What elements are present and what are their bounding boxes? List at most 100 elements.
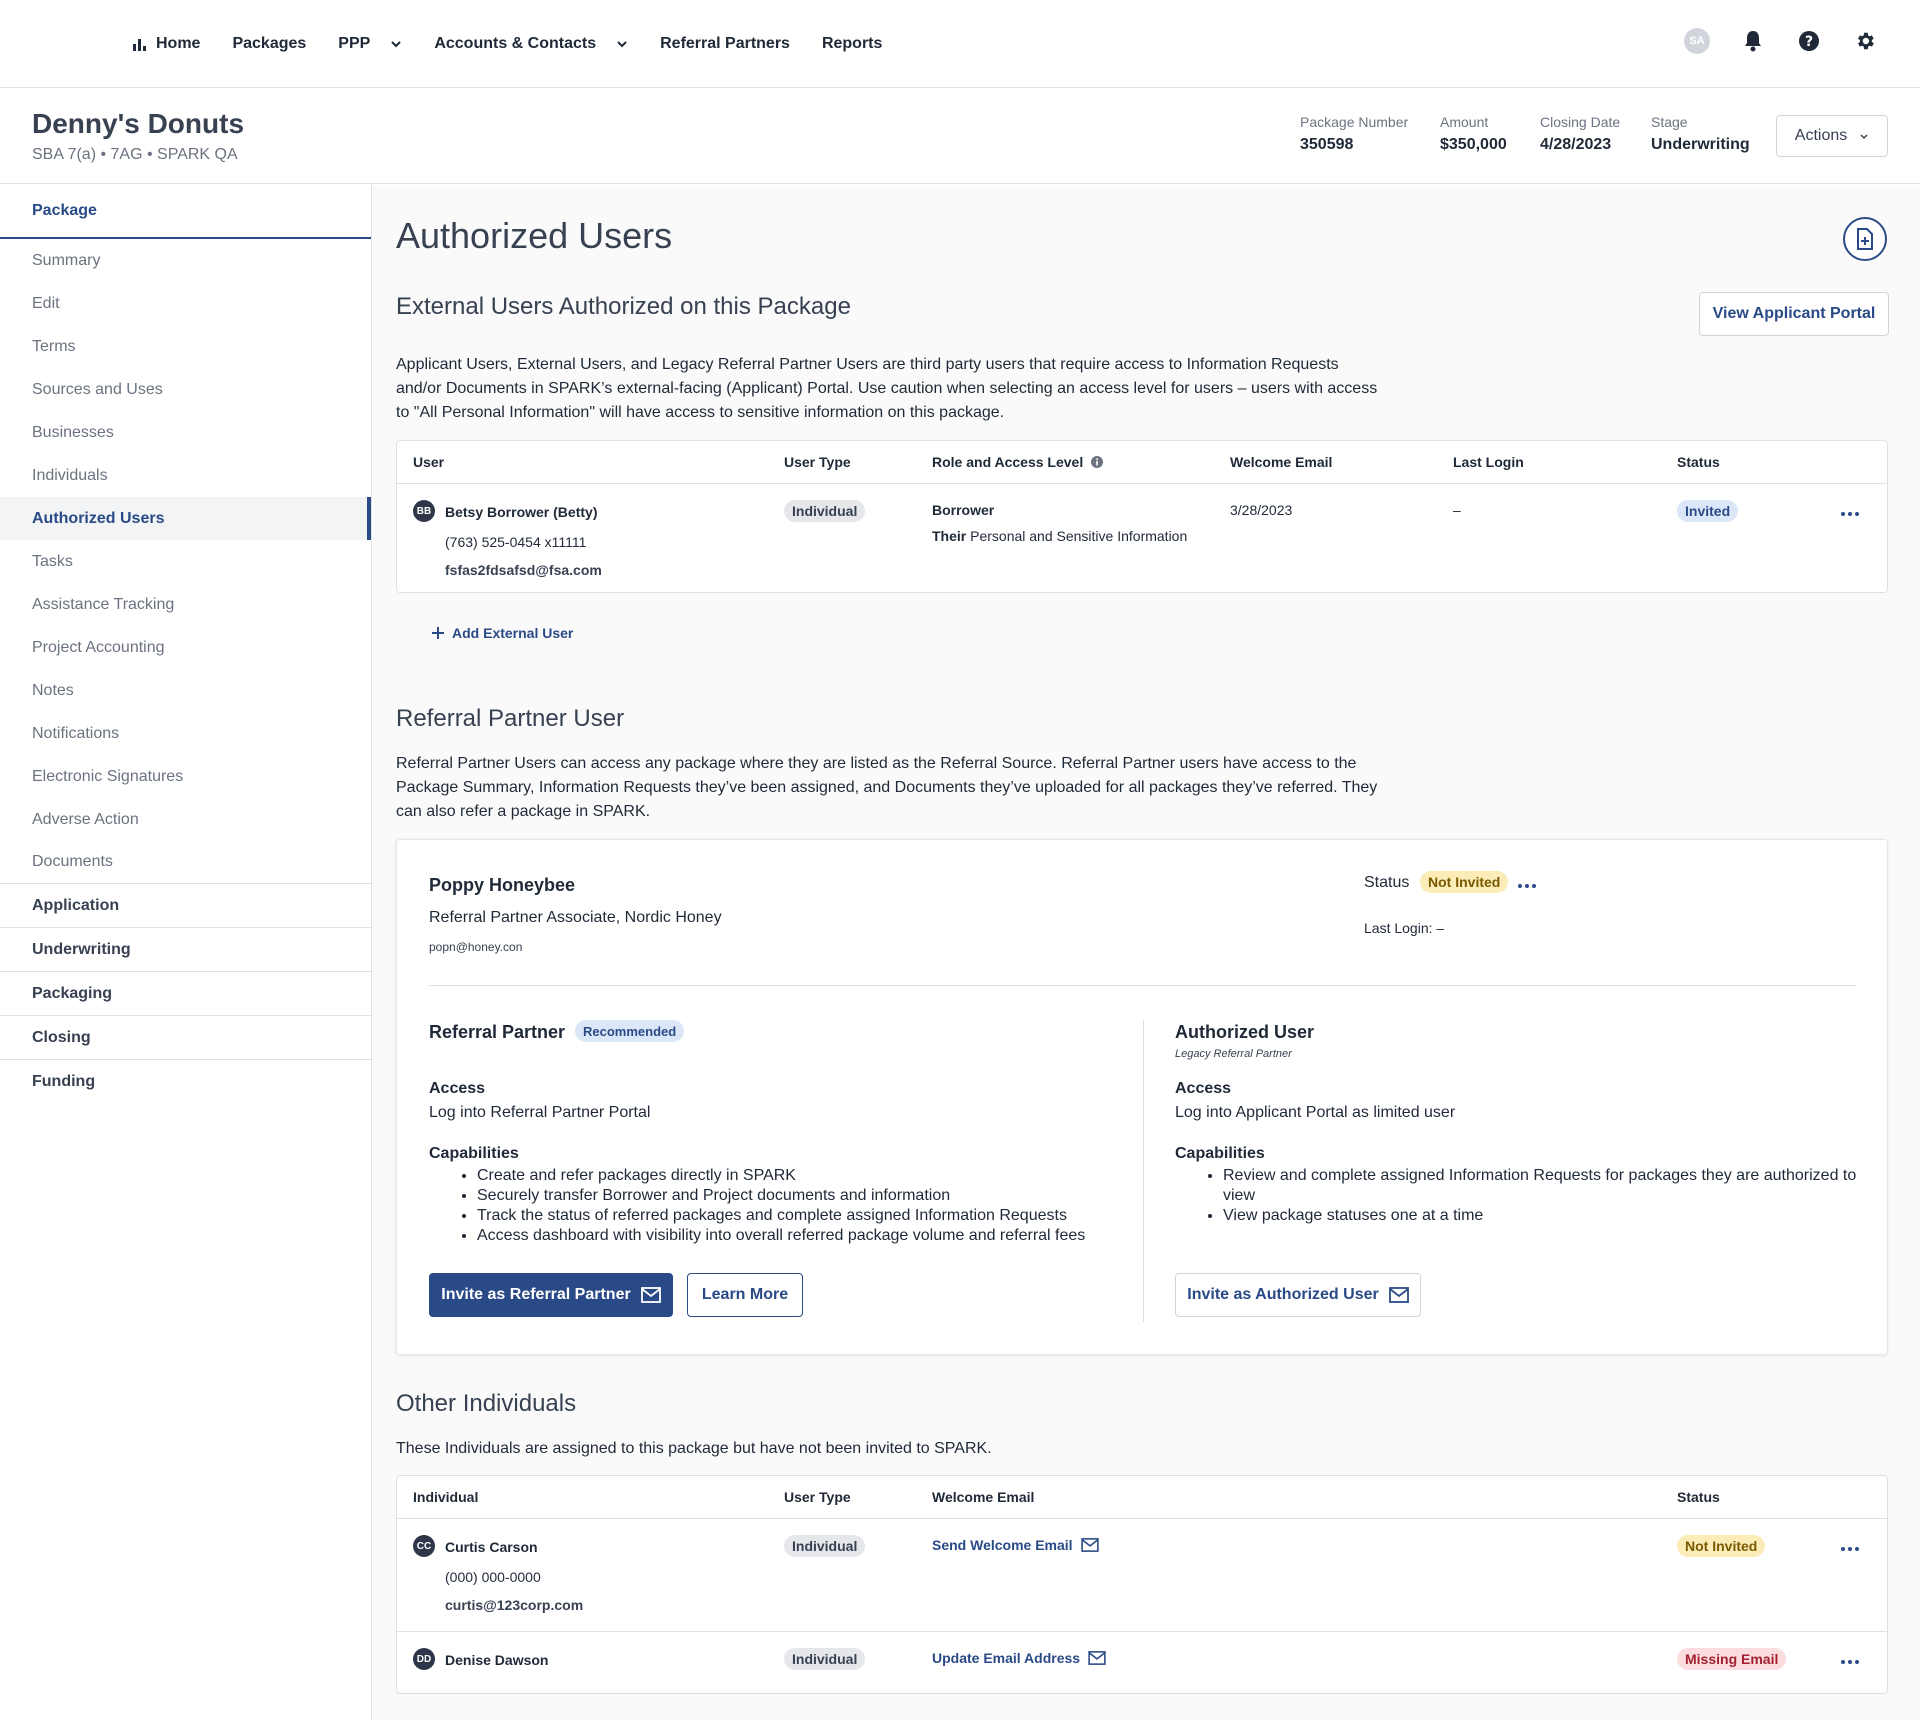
- partner-more-menu[interactable]: [1515, 880, 1539, 892]
- nav-home[interactable]: Home: [132, 35, 200, 53]
- individual-name: Denise Dawson: [445, 1652, 549, 1668]
- nav-ppp[interactable]: PPP: [338, 35, 402, 53]
- sidebar-item-adverse-action[interactable]: Adverse Action: [0, 798, 371, 841]
- sidebar-item-authorized-users[interactable]: Authorized Users: [0, 497, 371, 540]
- nav-packages-label: Packages: [232, 34, 307, 52]
- access-text: Log into Referral Partner Portal: [429, 1104, 651, 1121]
- col-welcome-email: Welcome Email: [932, 1489, 1035, 1505]
- user-phone: (763) 525-0454 x11111: [445, 534, 587, 550]
- authorized-user-option-title: Authorized User: [1175, 1022, 1315, 1042]
- table-header: User User Type Role and Access Level Wel…: [397, 441, 1887, 484]
- sidebar-item-businesses[interactable]: Businesses: [0, 411, 371, 454]
- info-icon[interactable]: [1091, 456, 1104, 468]
- invite-referral-partner-label: Invite as Referral Partner: [441, 1286, 631, 1303]
- nav-reports[interactable]: Reports: [822, 35, 882, 53]
- meta-label: Stage: [1651, 114, 1688, 130]
- sidebar-item-notes[interactable]: Notes: [0, 669, 371, 712]
- row-more-menu[interactable]: [1838, 1656, 1862, 1668]
- list-item: Access dashboard with visibility into ov…: [477, 1226, 1129, 1246]
- avatar-initials: SA: [1684, 28, 1710, 54]
- sidebar: Package Summary Edit Terms Sources and U…: [0, 185, 372, 1720]
- other-individuals-description: These Individuals are assigned to this p…: [396, 1440, 992, 1457]
- col-welcome-email: Welcome Email: [1230, 454, 1333, 470]
- sidebar-item-summary[interactable]: Summary: [0, 239, 371, 282]
- user-avatar[interactable]: SA: [1682, 26, 1712, 56]
- individual-phone: (000) 000-0000: [445, 1569, 541, 1585]
- meta-value: 350598: [1300, 136, 1354, 153]
- capabilities-heading: Capabilities: [1175, 1145, 1265, 1162]
- meta-label: Closing Date: [1540, 114, 1621, 130]
- referral-partner-description: Referral Partner Users can access any pa…: [396, 755, 1378, 820]
- sidebar-item-electronic-signatures[interactable]: Electronic Signatures: [0, 755, 371, 798]
- nav-referral-partners[interactable]: Referral Partners: [660, 35, 790, 53]
- sidebar-section-closing[interactable]: Closing: [0, 1016, 371, 1060]
- col-role-access: Role and Access Level: [932, 454, 1104, 470]
- plus-icon: [432, 627, 444, 639]
- invite-authorized-user-button[interactable]: Invite as Authorized User: [1175, 1273, 1421, 1317]
- user-name: Betsy Borrower (Betty): [445, 504, 598, 520]
- nav-home-label: Home: [156, 34, 201, 52]
- row-more-menu[interactable]: [1838, 508, 1862, 520]
- partner-last-login: Last Login: –: [1364, 920, 1444, 936]
- meta-value: 4/28/2023: [1540, 136, 1612, 153]
- gear-icon[interactable]: [1850, 26, 1880, 56]
- view-applicant-portal-button[interactable]: View Applicant Portal: [1699, 292, 1889, 336]
- last-login-value: –: [1453, 502, 1461, 518]
- col-status: Status: [1677, 454, 1720, 470]
- partner-role: Referral Partner Associate, Nordic Honey: [429, 909, 722, 926]
- last-login-value: –: [1436, 920, 1445, 936]
- divider-vertical: [1143, 1020, 1144, 1322]
- col-individual: Individual: [413, 1489, 479, 1505]
- update-email-address-link[interactable]: Update Email Address: [932, 1650, 1106, 1666]
- actions-button[interactable]: Actions: [1776, 115, 1888, 157]
- sidebar-section-funding[interactable]: Funding: [0, 1060, 371, 1104]
- invite-referral-partner-button[interactable]: Invite as Referral Partner: [429, 1273, 673, 1317]
- sidebar-item-notifications[interactable]: Notifications: [0, 712, 371, 755]
- learn-more-button[interactable]: Learn More: [687, 1273, 803, 1317]
- chevron-down-icon: [391, 40, 402, 47]
- list-item: Track the status of referred packages an…: [477, 1206, 1129, 1226]
- mail-icon: [1080, 1538, 1099, 1552]
- access-heading: Access: [1175, 1080, 1232, 1097]
- authorized-user-subtitle: Legacy Referral Partner: [1175, 1048, 1292, 1060]
- col-last-login: Last Login: [1453, 454, 1524, 470]
- nav-links: Home Packages PPP Accounts & Contacts Re…: [132, 35, 882, 53]
- meta-value: $350,000: [1440, 136, 1507, 153]
- sidebar-item-tasks[interactable]: Tasks: [0, 540, 371, 583]
- nav-accounts-contacts[interactable]: Accounts & Contacts: [434, 35, 628, 53]
- access-prefix: Their: [932, 528, 967, 544]
- avatar: CC: [413, 1535, 435, 1557]
- add-document-button[interactable]: [1843, 217, 1887, 261]
- sidebar-section-application[interactable]: Application: [0, 884, 371, 928]
- other-individuals-heading: Other Individuals: [396, 1390, 577, 1417]
- meta-label: Package Number: [1300, 114, 1409, 130]
- sidebar-item-sources-uses[interactable]: Sources and Uses: [0, 368, 371, 411]
- sidebar-section-package[interactable]: Package: [0, 185, 371, 239]
- meta-closing-date: Closing Date 4/28/2023: [1540, 114, 1620, 154]
- meta-stage: Stage Underwriting: [1651, 114, 1750, 154]
- capabilities-list: Review and complete assigned Information…: [1175, 1166, 1865, 1226]
- help-icon[interactable]: ?: [1794, 26, 1824, 56]
- sidebar-item-individuals[interactable]: Individuals: [0, 454, 371, 497]
- status-badge: Missing Email: [1677, 1648, 1787, 1670]
- avatar: BB: [413, 500, 435, 522]
- add-external-user-button[interactable]: Add External User: [432, 625, 573, 641]
- bell-icon[interactable]: [1738, 26, 1768, 56]
- send-welcome-email-link[interactable]: Send Welcome Email: [932, 1537, 1099, 1553]
- sidebar-item-project-accounting[interactable]: Project Accounting: [0, 626, 371, 669]
- user-email: fsfas2fdsafsd@fsa.com: [445, 562, 602, 578]
- avatar: DD: [413, 1648, 435, 1670]
- sidebar-section-packaging[interactable]: Packaging: [0, 972, 371, 1016]
- col-status: Status: [1677, 1489, 1720, 1505]
- file-plus-icon: [1857, 228, 1873, 250]
- sidebar-item-edit[interactable]: Edit: [0, 282, 371, 325]
- other-individuals-table: Individual User Type Welcome Email Statu…: [396, 1475, 1888, 1694]
- sidebar-item-documents[interactable]: Documents: [0, 841, 371, 884]
- sidebar-item-assistance-tracking[interactable]: Assistance Tracking: [0, 583, 371, 626]
- row-more-menu[interactable]: [1838, 1543, 1862, 1555]
- sidebar-item-terms[interactable]: Terms: [0, 325, 371, 368]
- divider: [429, 985, 1857, 986]
- access-text: Log into Applicant Portal as limited use…: [1175, 1104, 1456, 1121]
- nav-packages[interactable]: Packages: [232, 35, 306, 53]
- sidebar-section-underwriting[interactable]: Underwriting: [0, 928, 371, 972]
